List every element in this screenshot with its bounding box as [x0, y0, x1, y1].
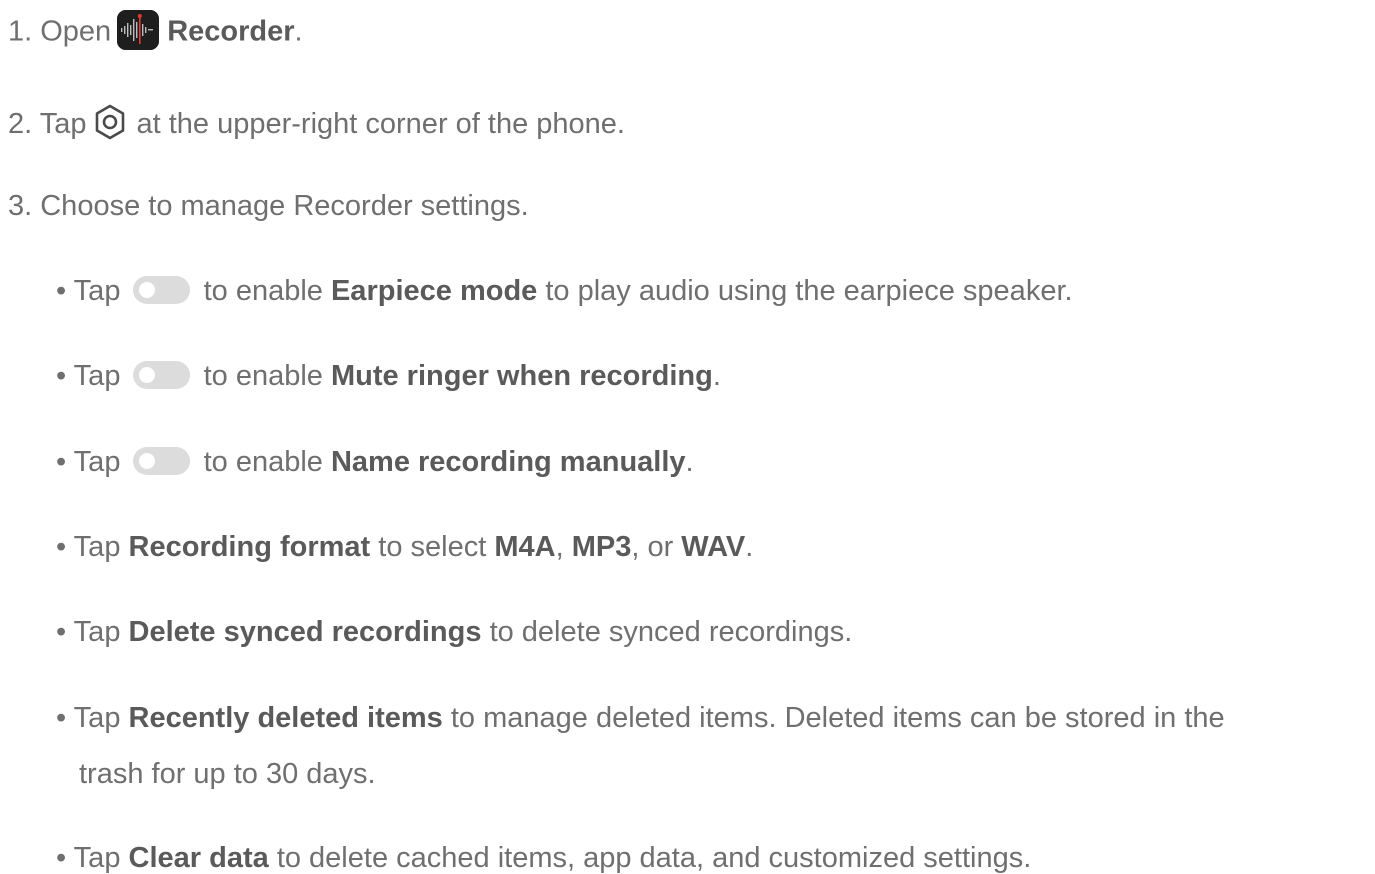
- bullet-4-suffix: .: [745, 531, 754, 563]
- step-1-app-name: Recorder: [167, 15, 295, 48]
- format-m4a: M4A: [494, 531, 556, 563]
- bullet-6-setting-name: Recently deleted items: [128, 702, 443, 734]
- bullet-7-prefix: • Tap: [56, 842, 121, 874]
- toggle-switch-icon: [132, 276, 190, 305]
- bullet-recording-format: • Tap Recording format to select M4A, MP…: [56, 529, 753, 565]
- bullet-clear-data: • Tap Clear data to delete cached items,…: [56, 840, 1031, 874]
- bullet-1-mid: to enable: [203, 275, 323, 307]
- bullet-3-mid: to enable: [203, 446, 323, 478]
- bullet-4-sep-1: ,: [555, 531, 564, 563]
- bullet-3-setting-name: Name recording manually: [330, 446, 686, 478]
- toggle-knob: [138, 453, 155, 470]
- format-mp3: MP3: [571, 531, 632, 563]
- step-3-text: 3. Choose to manage Recorder settings.: [8, 190, 529, 222]
- bullet-5-setting-name: Delete synced recordings: [128, 616, 482, 648]
- bullet-2-prefix: • Tap: [56, 360, 121, 392]
- bullet-2-suffix: .: [712, 360, 721, 392]
- bullet-6-prefix: • Tap: [56, 702, 121, 734]
- bullet-6-suffix: to manage deleted items. Deleted items c…: [450, 702, 1225, 734]
- bullet-7-suffix: to delete cached items, app data, and cu…: [276, 842, 1032, 874]
- toggle-knob: [138, 367, 155, 384]
- format-wav: WAV: [681, 531, 746, 563]
- bullet-delete-synced: • Tap Delete synced recordings to delete…: [56, 614, 852, 650]
- bullet-1-prefix: • Tap: [56, 275, 121, 307]
- bullet-1-suffix: to play audio using the earpiece speaker…: [545, 275, 1073, 307]
- bullet-7-setting-name: Clear data: [128, 842, 269, 874]
- step-1: 1. Open Recorder.: [8, 10, 303, 53]
- bullet-6-continuation: trash for up to 30 days.: [79, 758, 376, 790]
- step-2: 2. Tap at the upper-right corner of the …: [8, 103, 625, 144]
- bullet-2-mid: to enable: [203, 360, 323, 392]
- bullet-mute-ringer: • Tap to enable Mute ringer when recordi…: [56, 358, 721, 394]
- toggle-switch-icon: [132, 361, 190, 390]
- bullet-3-suffix: .: [685, 446, 694, 478]
- step-1-suffix: .: [294, 15, 303, 48]
- bullet-recently-deleted: • Tap Recently deleted items to manage d…: [56, 690, 1358, 802]
- bullet-1-setting-name: Earpiece mode: [330, 275, 538, 307]
- bullet-5-suffix: to delete synced recordings.: [489, 616, 853, 648]
- step-2-prefix: 2. Tap: [8, 108, 87, 140]
- bullet-2-setting-name: Mute ringer when recording: [330, 360, 713, 392]
- toggle-switch-icon: [132, 447, 190, 476]
- recorder-app-icon: [117, 10, 160, 50]
- step-1-prefix: 1. Open: [8, 15, 112, 48]
- bullet-4-prefix: • Tap: [56, 531, 121, 563]
- step-3: 3. Choose to manage Recorder settings.: [8, 188, 529, 224]
- bullet-earpiece-mode: • Tap to enable Earpiece mode to play au…: [56, 273, 1073, 309]
- settings-gear-icon: [92, 103, 128, 141]
- bullet-4-setting-name: Recording format: [128, 531, 371, 563]
- bullet-4-mid: to select: [378, 531, 487, 563]
- bullet-4-sep-2: , or: [631, 531, 674, 563]
- step-2-suffix: at the upper-right corner of the phone.: [136, 108, 625, 140]
- bullet-5-prefix: • Tap: [56, 616, 121, 648]
- bullet-3-prefix: • Tap: [56, 446, 121, 478]
- toggle-knob: [138, 282, 155, 299]
- bullet-name-recording: • Tap to enable Name recording manually.: [56, 444, 694, 480]
